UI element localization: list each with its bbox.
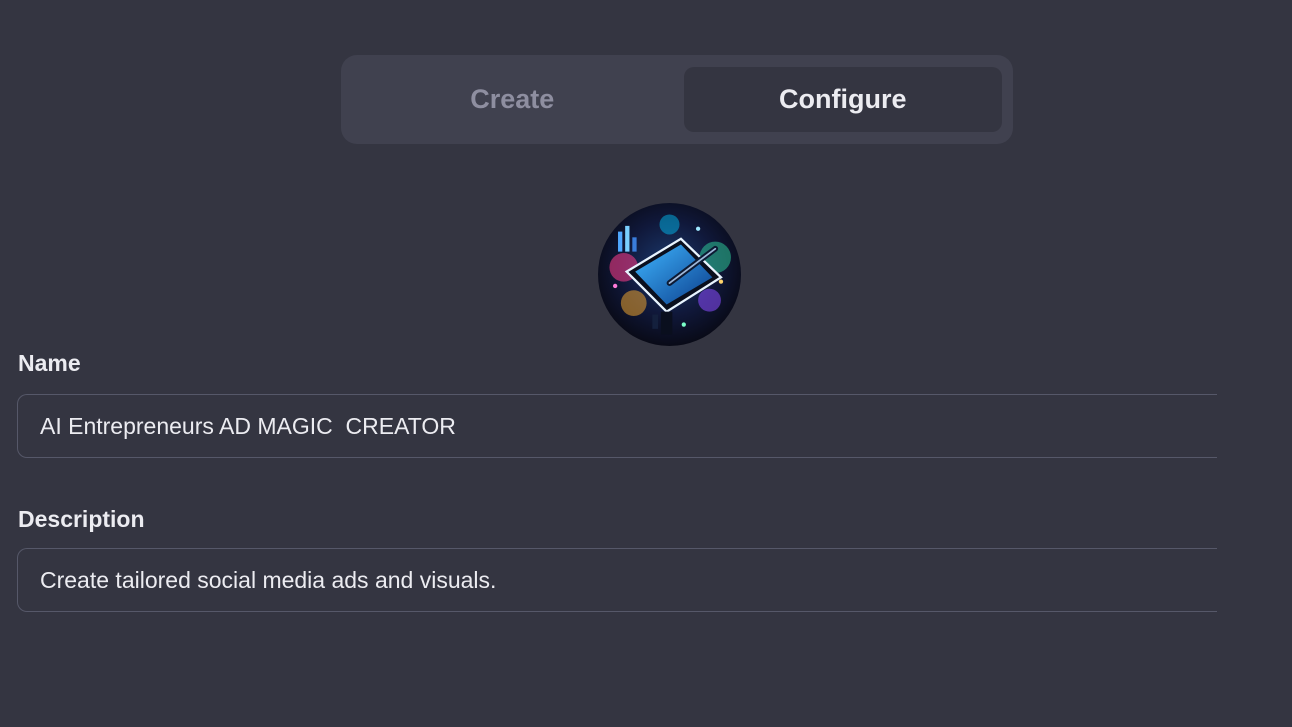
name-input-value: AI Entrepreneurs AD MAGIC CREATOR <box>40 412 456 439</box>
tab-configure[interactable]: Configure <box>683 67 1002 132</box>
name-label: Name <box>18 350 81 376</box>
gpt-editor-page: Create Configure Name AI Entrepreneurs A… <box>0 0 1292 727</box>
description-label: Description <box>18 506 145 532</box>
description-input-value: Create tailored social media ads and vis… <box>40 566 497 593</box>
tab-create[interactable]: Create <box>353 67 672 132</box>
name-input[interactable]: AI Entrepreneurs AD MAGIC CREATOR <box>17 394 1217 458</box>
gpt-avatar[interactable] <box>598 203 741 346</box>
mode-tab-bar: Create Configure <box>341 55 1013 144</box>
gpt-avatar-image <box>598 203 741 346</box>
description-input[interactable]: Create tailored social media ads and vis… <box>17 548 1217 612</box>
